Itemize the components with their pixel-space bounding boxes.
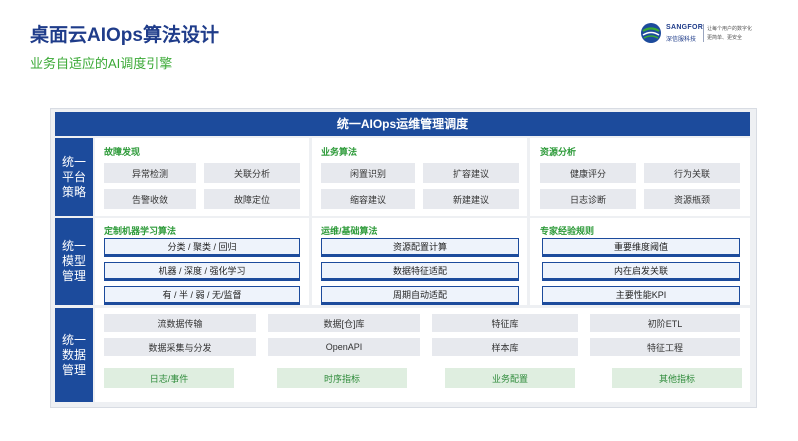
section-title: 故障发现	[104, 147, 141, 157]
section-title: 资源分析	[540, 147, 577, 157]
chip-correlation-analysis[interactable]: 关联分析	[204, 163, 300, 183]
logo-brand: SANGFOR	[666, 24, 704, 31]
chip-data-feature-adapt[interactable]: 数据特征适配	[321, 262, 519, 279]
page-title: 桌面云AIOps算法设计	[30, 25, 219, 46]
chip-feature-engineering[interactable]: 特征工程	[590, 338, 740, 356]
chip-initial-etl[interactable]: 初阶ETL	[590, 314, 740, 332]
chip-main-performance-kpi[interactable]: 主要性能KPI	[542, 286, 740, 303]
page-subtitle: 业务自适应的AI调度引擎	[30, 56, 173, 71]
chip-feature-store[interactable]: 特征库	[432, 314, 578, 332]
chip-fault-locating[interactable]: 故障定位	[204, 189, 300, 209]
chip-data-warehouse[interactable]: 数据[仓]库	[268, 314, 420, 332]
chip-cycle-auto-adapt[interactable]: 周期自动适配	[321, 286, 519, 303]
sangfor-logo-icon	[641, 23, 661, 43]
section-title: 运维/基础算法	[321, 226, 378, 236]
chip-alert-convergence[interactable]: 告警收敛	[104, 189, 196, 209]
chip-classify-cluster-regress[interactable]: 分类 / 聚类 / 回归	[104, 238, 300, 255]
chip-anomaly-detection[interactable]: 异常检测	[104, 163, 196, 183]
chip-supervision-types[interactable]: 有 / 半 / 弱 / 无/监督	[104, 286, 300, 303]
chip-resource-config-calc[interactable]: 资源配置计算	[321, 238, 519, 255]
row-label-model: 统一模型管理	[55, 218, 93, 305]
chip-stream-data-transfer[interactable]: 流数据传输	[104, 314, 256, 332]
chip-other-metrics[interactable]: 其他指标	[612, 368, 742, 388]
chip-behavior-correlation[interactable]: 行为关联	[644, 163, 740, 183]
chip-machine-deep-reinforcement[interactable]: 机器 / 深度 / 强化学习	[104, 262, 300, 279]
chip-openapi[interactable]: OpenAPI	[268, 338, 420, 356]
chip-log-event[interactable]: 日志/事件	[104, 368, 234, 388]
logo-divider	[703, 24, 704, 42]
chip-resource-bottleneck[interactable]: 资源瓶颈	[644, 189, 740, 209]
chip-key-dimension-threshold[interactable]: 重要维度阈值	[542, 238, 740, 255]
chip-business-config[interactable]: 业务配置	[445, 368, 575, 388]
panel-header: 统一AIOps运维管理调度	[55, 112, 750, 136]
logo-brand-cn: 深信服科技	[666, 37, 697, 43]
section-title: 业务算法	[321, 147, 358, 157]
section-title: 专家经验规则	[540, 226, 595, 236]
section-title: 定制机器学习算法	[104, 226, 177, 236]
chip-scale-out-advice[interactable]: 扩容建议	[423, 163, 519, 183]
chip-idle-identification[interactable]: 闲置识别	[321, 163, 415, 183]
row-label-policy: 统一平台策略	[55, 138, 93, 216]
chip-new-build-advice[interactable]: 新建建议	[423, 189, 519, 209]
chip-timeseries-metrics[interactable]: 时序指标	[277, 368, 407, 388]
chip-scale-in-advice[interactable]: 缩容建议	[321, 189, 415, 209]
chip-data-collect-distribute[interactable]: 数据采集与分发	[104, 338, 256, 356]
chip-log-diagnosis[interactable]: 日志诊断	[540, 189, 636, 209]
logo-tagline-2: 更简单、更安全	[707, 35, 743, 41]
row-label-data: 统一数据管理	[55, 308, 93, 402]
chip-inner-heuristic-correlation[interactable]: 内在启发关联	[542, 262, 740, 279]
chip-health-score[interactable]: 健康评分	[540, 163, 636, 183]
logo-tagline-1: 让每个用户的数字化	[707, 26, 753, 32]
chip-sample-store[interactable]: 样本库	[432, 338, 578, 356]
company-logo: SANGFOR 深信服科技 让每个用户的数字化 更简单、更安全	[640, 22, 790, 48]
